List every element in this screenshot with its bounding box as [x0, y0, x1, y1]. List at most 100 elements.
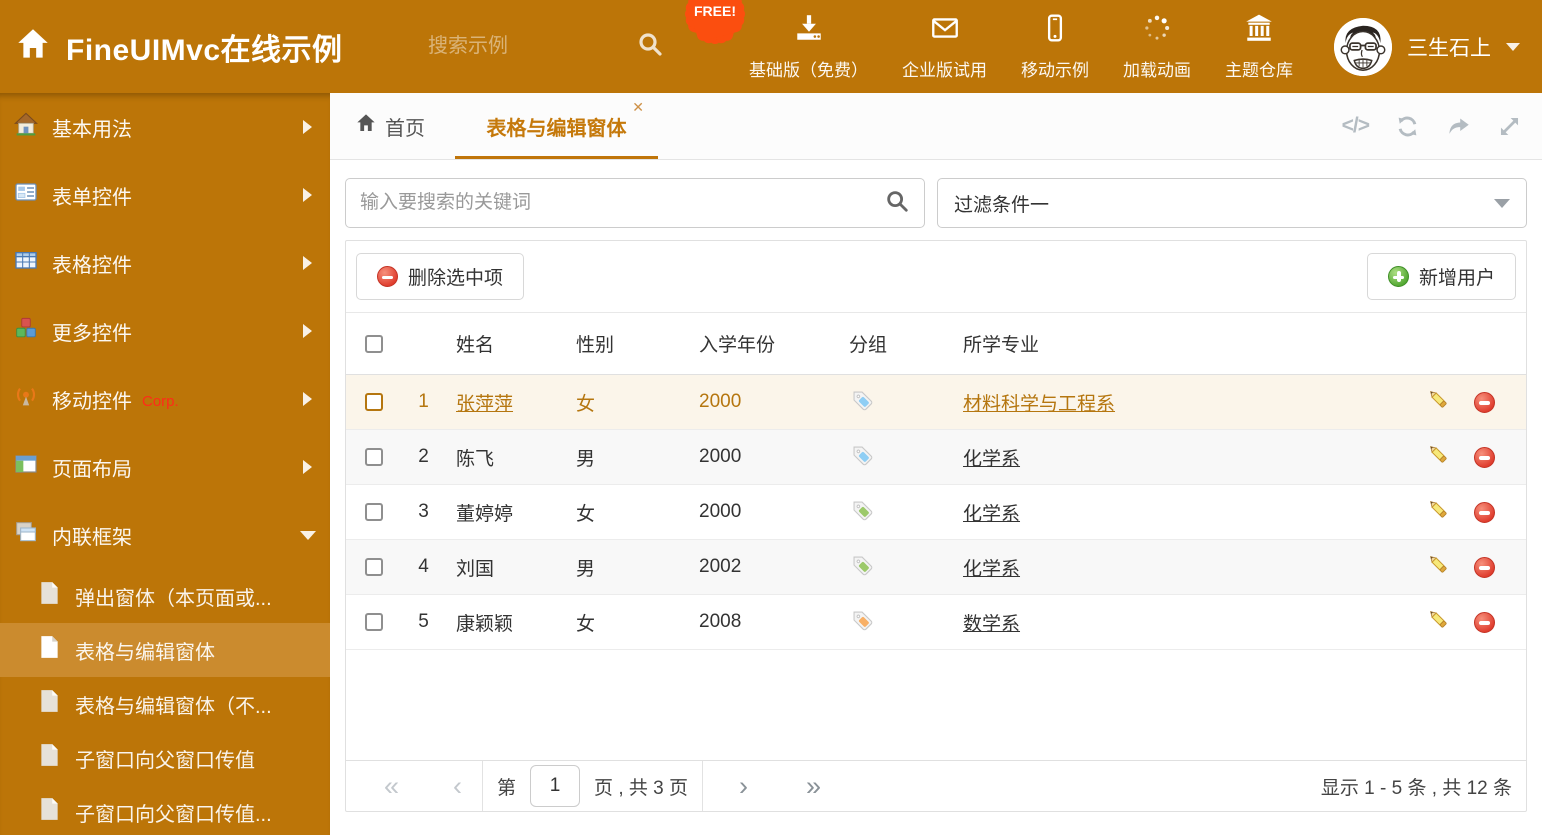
filter-dropdown[interactable]: 过滤条件一 — [937, 178, 1527, 228]
tab-home[interactable]: 首页 — [356, 93, 425, 159]
edit-pencil-icon[interactable] — [1426, 442, 1450, 472]
expand-icon[interactable] — [1497, 114, 1522, 139]
nav-item-label: 加载动画 — [1123, 61, 1191, 80]
edit-pencil-icon[interactable] — [1426, 607, 1450, 637]
major-link[interactable]: 数学系 — [963, 614, 1020, 635]
sidebar-item-page-layout[interactable]: 页面布局 — [0, 433, 330, 501]
free-badge-label: FREE! — [694, 3, 736, 19]
edit-pencil-icon[interactable] — [1426, 497, 1450, 527]
chevron-right-icon — [303, 324, 312, 338]
user-menu[interactable]: 三生石上 — [1334, 0, 1520, 93]
table-row[interactable]: 1 张萍萍 女 2000 材料科学与工程系 — [346, 375, 1526, 430]
sidebar-item-more-controls[interactable]: 更多控件 — [0, 297, 330, 365]
chevron-right-icon — [303, 460, 312, 474]
signal-icon — [14, 384, 38, 414]
close-icon[interactable]: ✕ — [632, 99, 644, 116]
row-checkbox[interactable] — [364, 558, 383, 576]
tab-bar: 首页 表格与编辑窗体 ✕ </> — [330, 93, 1542, 160]
brand[interactable]: FineUIMvc在线示例 — [16, 0, 343, 93]
sidebar-item-mobile-controls[interactable]: 移动控件 Corp. — [0, 365, 330, 433]
row-checkbox[interactable] — [364, 503, 383, 521]
header-search[interactable] — [428, 0, 664, 93]
sidebar-subitem-grid-edit-window-2[interactable]: 表格与编辑窗体（不... — [0, 677, 330, 731]
table-row[interactable]: 3 董婷婷 女 2000 化学系 — [346, 485, 1526, 540]
avatar[interactable] — [1334, 17, 1392, 76]
sidebar-item-label: 基本用法 — [52, 118, 132, 141]
cell-major: 材料科学与工程系 — [953, 389, 1416, 416]
nav-item-basic-edition[interactable]: 基础版（免费） — [732, 0, 885, 93]
row-number: 4 — [418, 556, 429, 577]
major-link[interactable]: 化学系 — [963, 449, 1020, 470]
cell-name[interactable]: 张萍萍 — [446, 389, 566, 416]
row-checkbox[interactable] — [364, 613, 383, 631]
select-all-checkbox[interactable] — [364, 334, 383, 353]
table-row[interactable]: 4 刘国 男 2002 化学系 — [346, 540, 1526, 595]
sidebar-item-grid-controls[interactable]: 表格控件 — [0, 229, 330, 297]
nav-item-loading-animations[interactable]: 加载动画 — [1106, 0, 1208, 93]
major-link[interactable]: 化学系 — [963, 504, 1020, 525]
delete-selected-button[interactable]: 删除选中项 — [356, 253, 525, 300]
search-icon[interactable] — [884, 188, 910, 219]
sidebar: 基本用法 表单控件 表格控件 更多控件 移动控件 Corp. 页面布局 内联框架… — [0, 93, 330, 835]
cell-name[interactable]: 董婷婷 — [446, 499, 566, 526]
delete-row-icon[interactable] — [1474, 611, 1495, 633]
keyword-search-input[interactable] — [346, 192, 884, 214]
app-window: FineUIMvc在线示例 FREE! 基础版（免费） 企 — [0, 0, 1542, 835]
sidebar-subitem-popup-window[interactable]: 弹出窗体（本页面或... — [0, 569, 330, 623]
cell-group — [839, 387, 953, 417]
sidebar-item-basic-usage[interactable]: 基本用法 — [0, 93, 330, 161]
prev-page-button[interactable]: ‹ — [447, 772, 468, 800]
minus-circle-icon — [377, 266, 398, 287]
major-link[interactable]: 化学系 — [963, 559, 1020, 580]
home-icon — [356, 113, 376, 139]
first-page-button[interactable]: « — [378, 772, 405, 800]
filter-dropdown-value: 过滤条件一 — [954, 194, 1050, 216]
next-page-button[interactable]: › — [733, 772, 754, 800]
edit-pencil-icon[interactable] — [1426, 387, 1450, 417]
refresh-icon[interactable] — [1395, 114, 1420, 139]
cell-name[interactable]: 康颖颖 — [446, 609, 566, 636]
edit-pencil-icon[interactable] — [1426, 552, 1450, 582]
major-link[interactable]: 材料科学与工程系 — [963, 394, 1115, 415]
add-user-button[interactable]: 新增用户 — [1366, 253, 1516, 300]
delete-row-icon[interactable] — [1474, 556, 1495, 578]
tab-grid-edit-window[interactable]: 表格与编辑窗体 ✕ — [455, 93, 658, 159]
tag-icon — [849, 446, 873, 471]
nav-item-theme-repository[interactable]: 主题仓库 — [1208, 0, 1310, 93]
cell-name[interactable]: 刘国 — [446, 554, 566, 581]
table-row[interactable]: 5 康颖颖 女 2008 数学系 — [346, 595, 1526, 650]
sidebar-item-inline-frames[interactable]: 内联框架 — [0, 501, 330, 569]
cell-group — [839, 497, 953, 527]
sidebar-subitem-child-to-parent-2[interactable]: 子窗口向父窗口传值... — [0, 785, 330, 835]
nav-item-enterprise-trial[interactable]: 企业版试用 — [885, 0, 1004, 93]
source-code-icon[interactable]: </> — [1342, 114, 1370, 138]
cell-major: 化学系 — [953, 499, 1416, 526]
tab-active-underline — [455, 156, 658, 159]
record-count-summary: 显示 1 - 5 条 , 共 12 条 — [1320, 777, 1512, 799]
sidebar-item-label: 更多控件 — [52, 322, 132, 345]
delete-row-icon[interactable] — [1474, 501, 1495, 523]
share-arrow-icon[interactable] — [1446, 114, 1471, 139]
last-page-button[interactable]: » — [800, 772, 827, 800]
sidebar-item-label: 页面布局 — [52, 458, 132, 481]
app-header: FineUIMvc在线示例 FREE! 基础版（免费） 企 — [0, 0, 1542, 93]
search-icon[interactable] — [636, 30, 664, 63]
keyword-search-box[interactable] — [345, 178, 925, 228]
sidebar-subitem-child-to-parent[interactable]: 子窗口向父窗口传值 — [0, 731, 330, 785]
main-content: 首页 表格与编辑窗体 ✕ </> 输入要搜索的关键词 过滤条件一 删除选中项 新… — [330, 93, 1542, 835]
page-number-input[interactable] — [530, 765, 581, 807]
table-row[interactable]: 2 陈飞 男 2000 化学系 — [346, 430, 1526, 485]
cell-name[interactable]: 陈飞 — [446, 444, 566, 471]
header-search-input[interactable] — [428, 35, 578, 58]
tab-label: 表格与编辑窗体 — [486, 117, 627, 140]
cell-gender: 男 — [576, 448, 596, 470]
row-checkbox[interactable] — [364, 393, 383, 411]
sidebar-item-form-controls[interactable]: 表单控件 — [0, 161, 330, 229]
delete-row-icon[interactable] — [1474, 446, 1495, 468]
cell-gender: 女 — [576, 503, 596, 525]
sidebar-subitem-grid-edit-window[interactable]: 表格与编辑窗体 — [0, 623, 330, 677]
cell-gender: 男 — [576, 558, 596, 580]
row-checkbox[interactable] — [364, 448, 383, 466]
delete-row-icon[interactable] — [1474, 391, 1495, 413]
nav-item-mobile-examples[interactable]: 移动示例 — [1004, 0, 1106, 93]
